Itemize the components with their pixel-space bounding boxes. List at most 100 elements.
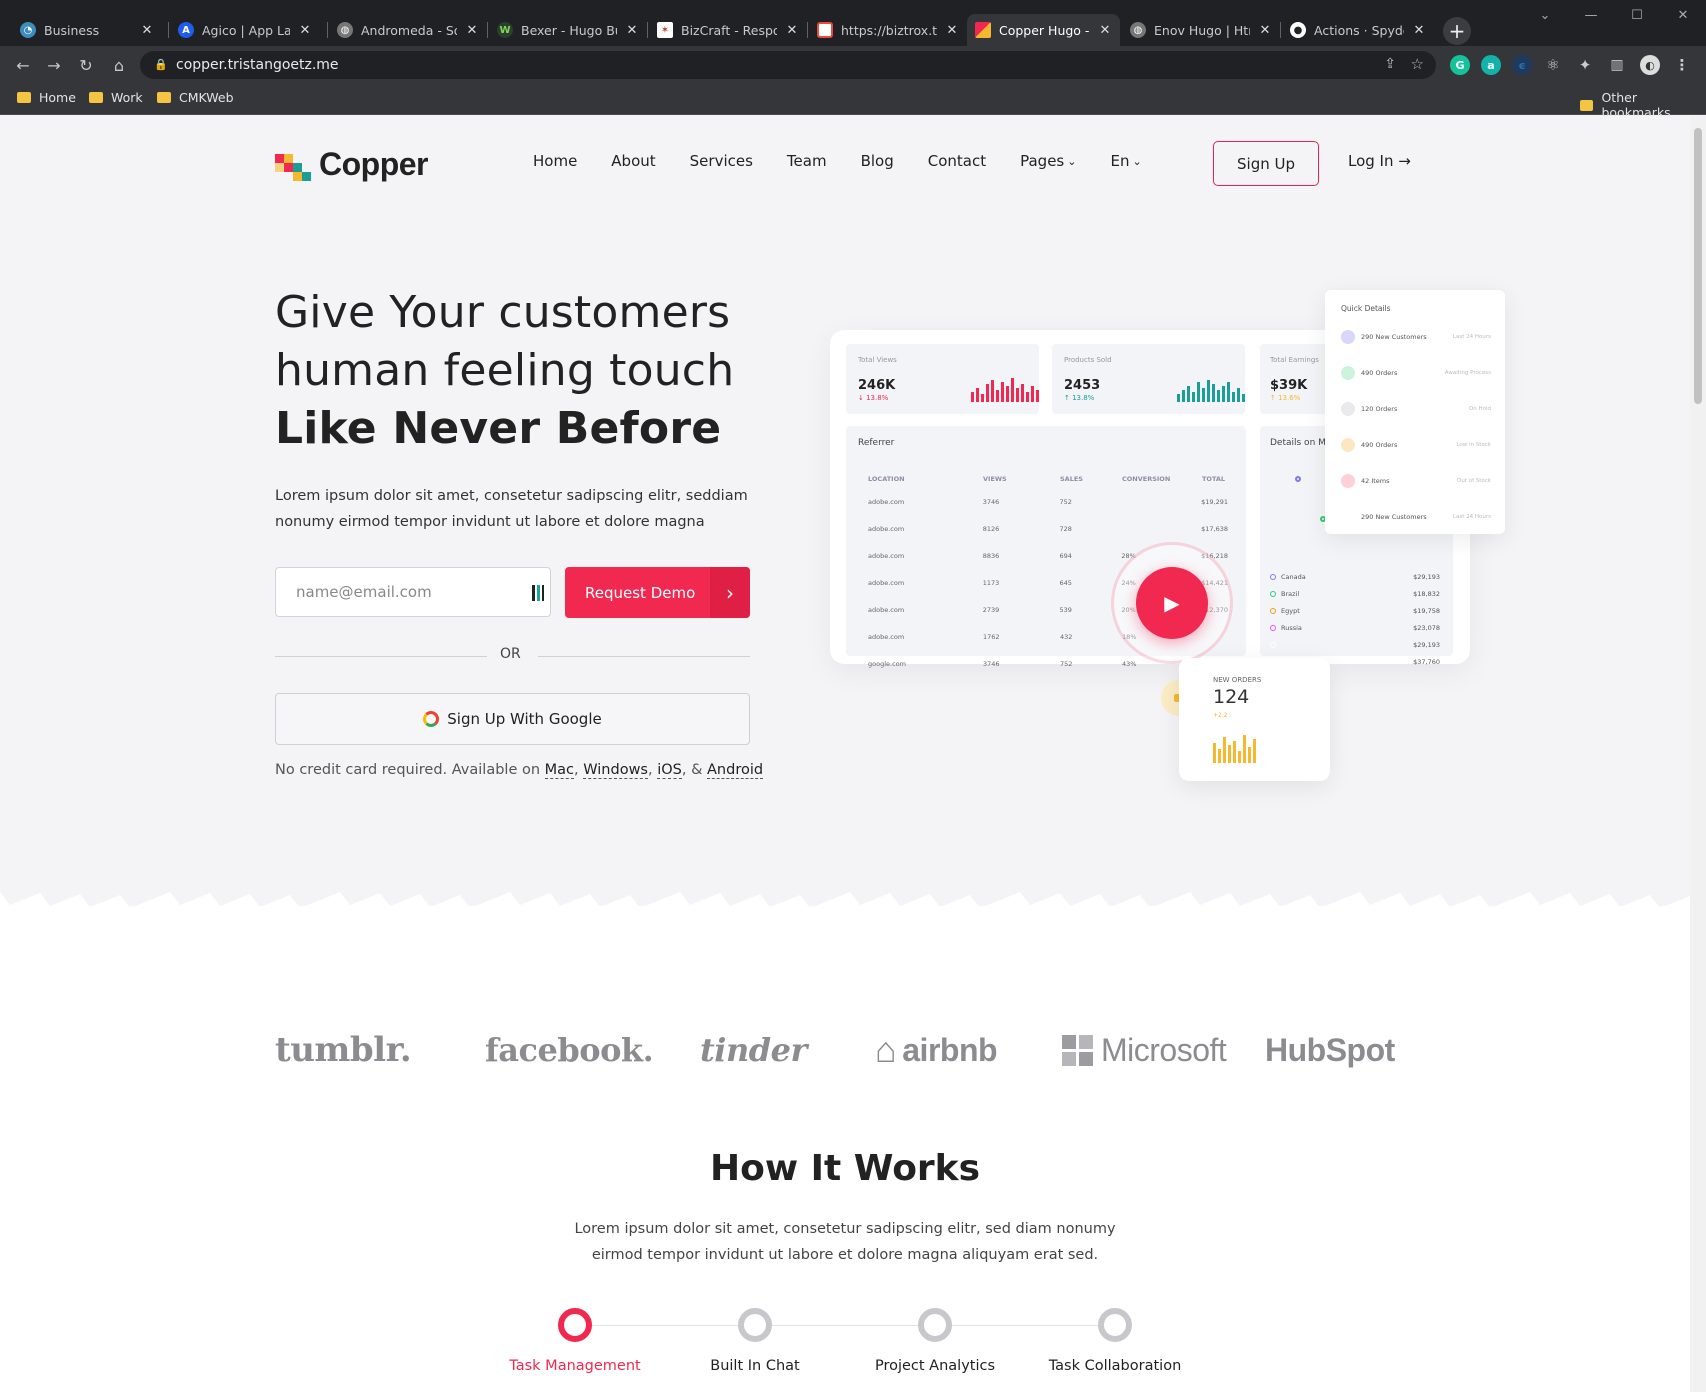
browser-tab[interactable]: W Bexer - Hugo Busi ✕ <box>489 14 647 46</box>
browser-toolbar: ← → ↻ ⌂ 🔒 copper.tristangoetz.me ⇪ ☆ G a… <box>0 46 1706 84</box>
platform-windows-link[interactable]: Windows <box>583 762 648 779</box>
close-tab-icon[interactable]: ✕ <box>1412 23 1426 38</box>
hero-title: Give Your customers human feeling touch … <box>275 287 735 454</box>
language-select[interactable]: En ⌄ <box>1110 152 1141 170</box>
close-tab-icon[interactable]: ✕ <box>1098 23 1112 38</box>
nav-services[interactable]: Services <box>690 152 753 170</box>
page-viewport: Copper Home About Services Team Blog Con… <box>0 116 1690 1392</box>
browser-tab[interactable]: https://biztrox.tri ✕ <box>809 14 967 46</box>
logo[interactable]: Copper <box>275 146 429 183</box>
close-tab-icon[interactable]: ✕ <box>945 23 959 38</box>
hubspot-logo: HubSpot <box>1265 1031 1395 1068</box>
forward-icon[interactable]: → <box>43 54 65 76</box>
quick-detail-item: 290 New Customers Last 24 Hours <box>1341 510 1491 524</box>
nav-about[interactable]: About <box>611 152 655 170</box>
browser-tab-active[interactable]: Copper Hugo - So ✕ <box>967 14 1120 46</box>
close-tab-icon[interactable]: ✕ <box>625 23 639 38</box>
tab-search-icon[interactable]: ⌄ <box>1522 0 1568 30</box>
autofill-icon[interactable] <box>532 585 544 601</box>
new-tab-button[interactable]: + <box>1443 17 1471 45</box>
maximize-button[interactable]: ☐ <box>1614 0 1660 30</box>
table-row: adobe.com 3746 752 $19,291 <box>868 497 1228 506</box>
brush-edge <box>0 892 1690 914</box>
country-row: Egypt $19,758 <box>1270 602 1440 619</box>
agico-icon: A <box>178 22 194 38</box>
request-demo-button[interactable]: Request Demo › <box>565 567 750 618</box>
browser-tab[interactable]: ● Actions · SpyderH ✕ <box>1282 14 1434 46</box>
close-tab-icon[interactable]: ✕ <box>140 23 154 38</box>
bookmark-home[interactable]: Home <box>17 90 76 105</box>
airbnb-logo: ⌂ airbnb <box>875 1029 998 1070</box>
menu-kebab-icon[interactable]: ⋮ <box>1672 55 1692 75</box>
nav-team[interactable]: Team <box>787 152 827 170</box>
microsoft-icon <box>1062 1034 1093 1066</box>
browser-tab[interactable]: ✶ BizCraft - Respon ✕ <box>649 14 807 46</box>
step-task-collaboration[interactable]: Task Collaboration <box>1035 1308 1195 1374</box>
extension-icon[interactable]: ϵ <box>1512 55 1532 75</box>
back-icon[interactable]: ← <box>12 54 34 76</box>
nav-pages[interactable]: Pages ⌄ <box>1020 152 1076 170</box>
close-tab-icon[interactable]: ✕ <box>298 23 312 38</box>
microsoft-logo: Microsoft <box>1062 1020 1227 1080</box>
react-devtools-icon[interactable]: ⚛ <box>1543 55 1563 75</box>
lock-icon: 🔒 <box>154 58 168 71</box>
close-tab-icon[interactable]: ✕ <box>785 23 799 38</box>
side-panel-icon[interactable]: ▥ <box>1607 55 1627 75</box>
github-icon: ● <box>1290 22 1306 38</box>
share-icon[interactable]: ⇪ <box>1384 56 1396 72</box>
platform-mac-link[interactable]: Mac <box>544 762 575 779</box>
play-icon: ▶ <box>1164 591 1180 615</box>
close-tab-icon[interactable]: ✕ <box>465 23 479 38</box>
step-project-analytics[interactable]: Project Analytics <box>855 1308 1015 1374</box>
google-signup-button[interactable]: Sign Up With Google <box>275 693 750 745</box>
close-window-button[interactable]: ✕ <box>1660 0 1706 30</box>
address-bar[interactable]: 🔒 copper.tristangoetz.me ⇪ ☆ <box>140 51 1436 79</box>
star-icon[interactable]: ☆ <box>1411 55 1424 73</box>
avatar[interactable]: ◐ <box>1640 55 1660 75</box>
signup-button[interactable]: Sign Up <box>1213 141 1319 186</box>
quick-detail-item: 120 Orders On Hold <box>1341 402 1491 416</box>
quick-details-card: Quick Details 290 New Customers Last 24 H… <box>1325 290 1505 534</box>
how-it-works-description: Lorem ipsum dolor sit amet, consetetur s… <box>574 1221 1116 1263</box>
main-nav: Home About Services Team Blog Contact Pa… <box>533 152 1176 170</box>
browser-tab[interactable]: ◔ Business ✕ <box>12 14 162 46</box>
reload-icon[interactable]: ↻ <box>75 54 97 76</box>
step-circle <box>918 1308 952 1342</box>
browser-tab[interactable]: A Agico | App Landi ✕ <box>170 14 320 46</box>
platform-ios-link[interactable]: iOS <box>657 762 682 779</box>
table-row: adobe.com 8126 728 $17,638 <box>868 524 1228 533</box>
referrer-table-card: Referrer LOCATION VIEWS SALES CONVERSION… <box>846 426 1246 668</box>
step-built-in-chat[interactable]: Built In Chat <box>675 1308 835 1374</box>
country-row: Brazil $18,832 <box>1270 585 1440 602</box>
step-circle <box>1098 1308 1132 1342</box>
mini-bar-chart <box>1177 378 1245 402</box>
email-field[interactable]: name@email.com <box>275 567 551 617</box>
play-video-button[interactable]: ▶ <box>1136 567 1208 639</box>
nav-home[interactable]: Home <box>533 152 577 170</box>
browser-tab[interactable]: ◍ Enov Hugo | Html ✕ <box>1122 14 1280 46</box>
table-header: LOCATION VIEWS SALES CONVERSION TOTAL <box>868 475 1226 483</box>
google-icon <box>423 711 440 727</box>
page-scrollbar[interactable] <box>1690 116 1706 1392</box>
grammarly-icon[interactable]: G <box>1450 55 1470 75</box>
bookmark-work[interactable]: Work <box>89 90 143 105</box>
login-link[interactable]: Log In → <box>1348 152 1411 170</box>
bookmark-cmkweb[interactable]: CMKWeb <box>157 90 234 105</box>
browser-tab[interactable]: ◍ Andromeda - Soft ✕ <box>329 14 487 46</box>
nav-contact[interactable]: Contact <box>928 152 986 170</box>
copper-icon <box>975 22 991 38</box>
extension-icon[interactable]: a <box>1481 55 1501 75</box>
chevron-down-icon: ⌄ <box>1067 154 1077 168</box>
minimize-button[interactable]: — <box>1568 0 1614 30</box>
step-circle <box>558 1308 592 1342</box>
close-tab-icon[interactable]: ✕ <box>1258 23 1272 38</box>
facebook-logo: facebook. <box>485 1031 654 1069</box>
platform-android-link[interactable]: Android <box>707 762 764 779</box>
home-icon[interactable]: ⌂ <box>108 54 130 76</box>
scrollbar-thumb[interactable] <box>1694 128 1702 404</box>
step-task-management[interactable]: Task Management <box>495 1308 655 1374</box>
mini-bar-chart <box>1213 731 1256 763</box>
bookmarks-bar: Home Work CMKWeb Other bookmarks <box>0 84 1706 120</box>
extensions-puzzle-icon[interactable]: ✦ <box>1575 55 1595 75</box>
nav-blog[interactable]: Blog <box>861 152 894 170</box>
